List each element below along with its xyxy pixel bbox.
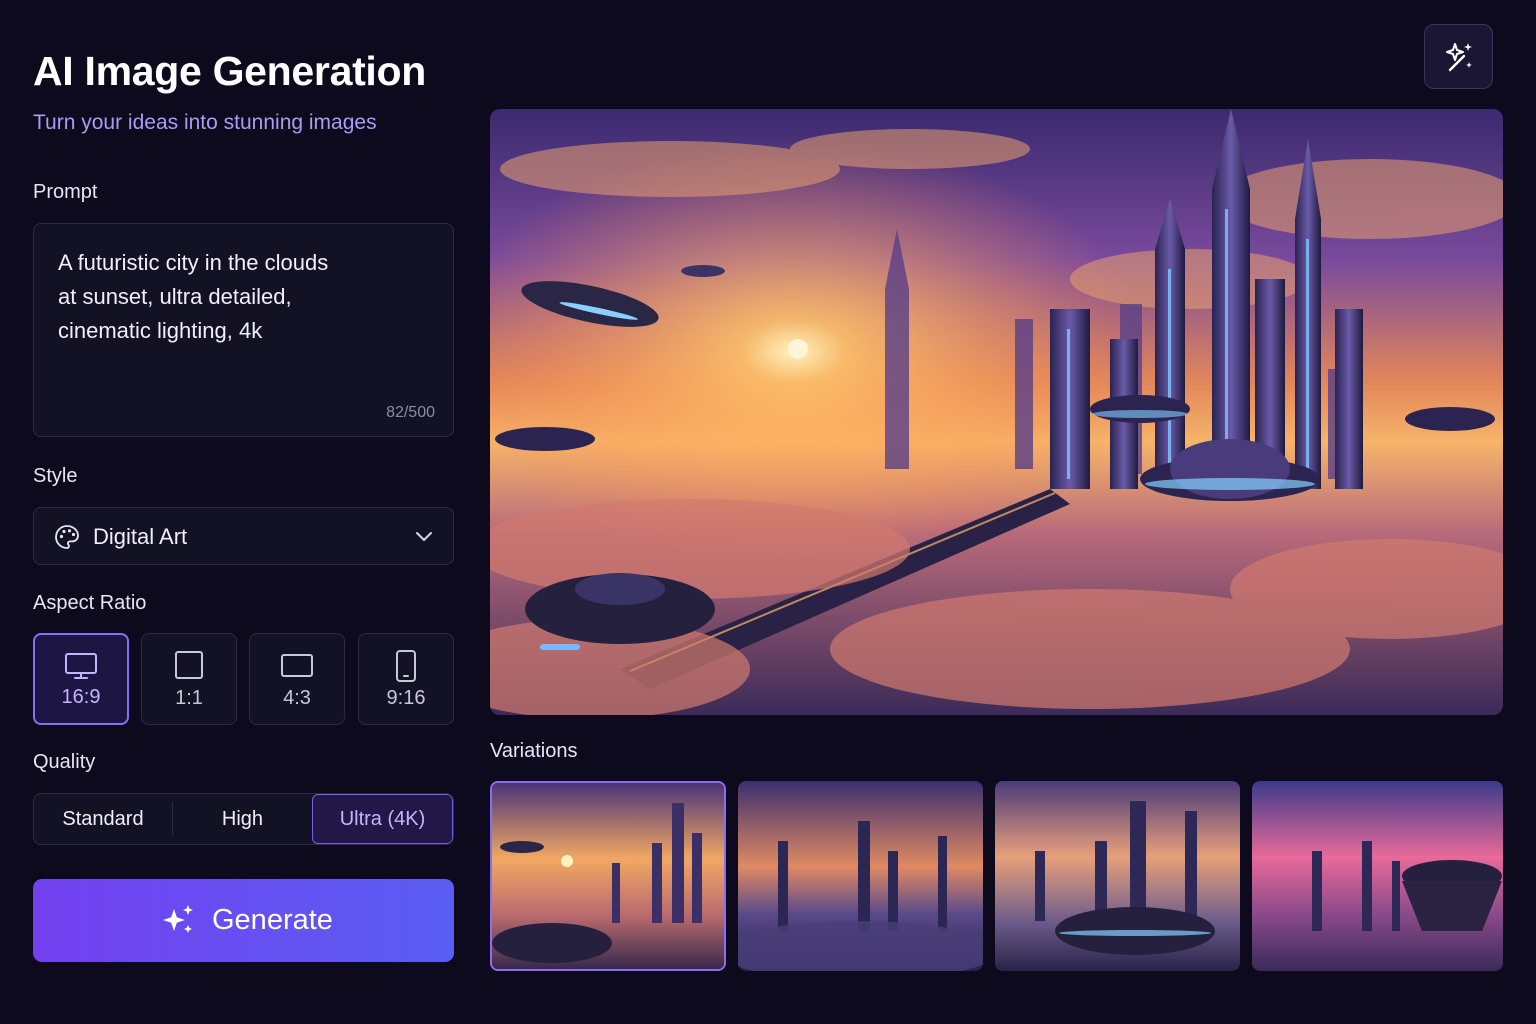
quality-option-standard[interactable]: Standard	[34, 794, 172, 844]
city-illustration	[490, 109, 1503, 715]
generate-button-label: Generate	[212, 903, 333, 936]
page-subtitle: Turn your ideas into stunning images	[33, 111, 377, 134]
rectangle-icon	[281, 654, 313, 677]
variation-image	[1252, 781, 1503, 971]
prompt-line: at sunset, ultra detailed,	[58, 284, 292, 309]
prompt-label: Prompt	[33, 181, 98, 203]
prompt-textarea[interactable]: A futuristic city in the clouds at sunse…	[33, 223, 454, 437]
variation-thumbnail-4[interactable]	[1252, 781, 1503, 971]
variation-thumbnail-1[interactable]	[490, 781, 726, 971]
prompt-line: cinematic lighting, 4k	[58, 318, 263, 343]
magic-wand-button[interactable]	[1424, 24, 1493, 89]
aspect-option-1-1[interactable]: 1:1	[141, 633, 237, 725]
prompt-line: A futuristic city in the clouds	[58, 250, 329, 275]
quality-option-high[interactable]: High	[173, 794, 312, 844]
aspect-option-16-9[interactable]: 16:9	[33, 633, 129, 725]
magic-wand-sparkle-icon	[1446, 43, 1472, 72]
generated-image-preview	[490, 109, 1503, 715]
quality-option-ultra-4k[interactable]: Ultra (4K)	[312, 794, 453, 844]
aspect-ratio-label: Aspect Ratio	[33, 592, 147, 614]
palette-icon	[55, 525, 79, 549]
phone-icon	[396, 650, 416, 682]
variation-thumbnail-2[interactable]	[738, 781, 983, 971]
variations-label: Variations	[490, 740, 578, 762]
chevron-down-icon	[416, 532, 432, 541]
style-label: Style	[33, 465, 78, 487]
variation-image	[738, 781, 983, 971]
variation-image	[492, 783, 724, 969]
aspect-option-label: 9:16	[386, 687, 426, 709]
prompt-text: A futuristic city in the clouds at sunse…	[58, 246, 388, 348]
char-counter: 82/500	[386, 404, 435, 421]
aspect-option-label: 4:3	[283, 687, 311, 709]
aspect-option-label: 16:9	[61, 686, 101, 708]
page-title: AI Image Generation	[33, 48, 427, 94]
sparkles-icon	[163, 905, 193, 933]
style-value: Digital Art	[93, 524, 188, 549]
aspect-option-9-16[interactable]: 9:16	[358, 633, 454, 725]
monitor-icon	[65, 653, 97, 679]
generate-button[interactable]: Generate	[33, 879, 454, 962]
aspect-option-label: 1:1	[175, 687, 203, 709]
variation-thumbnail-3[interactable]	[995, 781, 1240, 971]
square-icon	[175, 651, 203, 679]
style-dropdown[interactable]: Digital Art	[33, 507, 454, 565]
quality-label: Quality	[33, 751, 96, 773]
aspect-option-4-3[interactable]: 4:3	[249, 633, 345, 725]
quality-segmented-control: Standard High Ultra (4K)	[33, 793, 454, 845]
variation-image	[995, 781, 1240, 971]
